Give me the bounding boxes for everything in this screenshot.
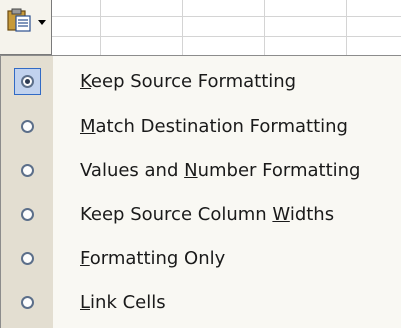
- radio-button-box[interactable]: [14, 113, 41, 140]
- menu-item[interactable]: Values and Number Formatting: [1, 148, 401, 192]
- radio-button-box[interactable]: [14, 67, 41, 95]
- radio-button-icon[interactable]: [21, 163, 34, 177]
- radio-button-box[interactable]: [14, 201, 41, 228]
- menu-item-label: Link Cells: [80, 291, 166, 313]
- menu-item[interactable]: Match Destination Formatting: [1, 104, 401, 148]
- menu-item-label: Values and Number Formatting: [80, 159, 361, 181]
- paste-options-button[interactable]: [0, 0, 52, 55]
- radio-button-box[interactable]: [14, 289, 41, 316]
- menu-item-label: Match Destination Formatting: [80, 115, 348, 137]
- radio-button-icon[interactable]: [21, 251, 34, 265]
- radio-button-icon[interactable]: [21, 207, 34, 221]
- menu-item[interactable]: Keep Source Column Widths: [1, 192, 401, 236]
- radio-button-icon[interactable]: [21, 119, 34, 133]
- menu-item[interactable]: Link Cells: [1, 280, 401, 324]
- paste-clipboard-icon: [6, 8, 32, 36]
- menu-item-label: Keep Source Column Widths: [80, 203, 335, 225]
- menu-item-label: Formatting Only: [80, 247, 226, 269]
- paste-options-menu: Keep Source Formatting Match Destination …: [0, 55, 401, 328]
- radio-button-icon[interactable]: [21, 295, 34, 309]
- dropdown-arrow-icon[interactable]: [38, 20, 46, 25]
- radio-button-icon[interactable]: [21, 74, 34, 88]
- menu-item[interactable]: Formatting Only: [1, 236, 401, 280]
- radio-button-box[interactable]: [14, 245, 41, 272]
- radio-selected-dot-icon: [25, 78, 30, 84]
- menu-item[interactable]: Keep Source Formatting: [1, 59, 401, 103]
- radio-button-box[interactable]: [14, 157, 41, 184]
- menu-item-label: Keep Source Formatting: [80, 70, 297, 92]
